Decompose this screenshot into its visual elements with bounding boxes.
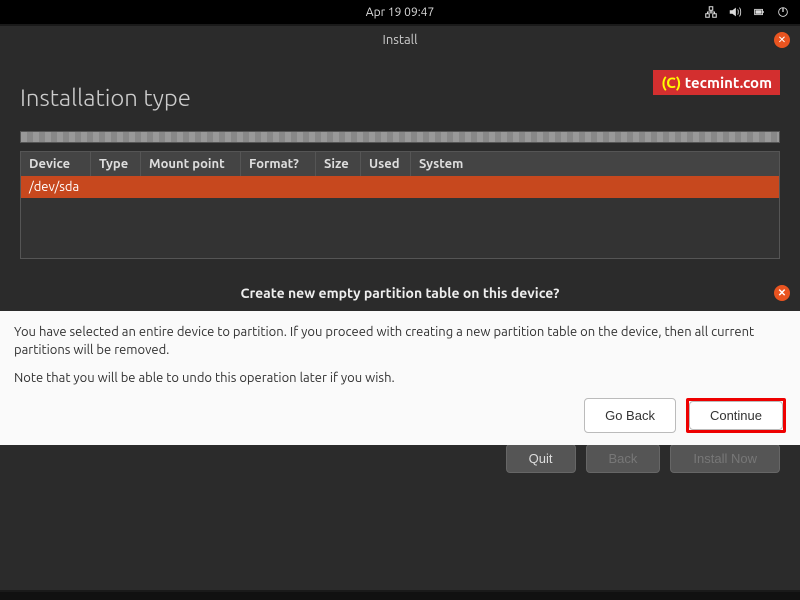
dialog-body: You have selected an entire device to pa… bbox=[0, 311, 800, 445]
col-mount[interactable]: Mount point bbox=[141, 152, 241, 176]
network-icon bbox=[704, 5, 718, 19]
battery-icon bbox=[752, 5, 766, 19]
dialog-close-button[interactable]: ✕ bbox=[774, 285, 790, 301]
window-title: Install bbox=[383, 33, 418, 47]
dialog-actions: Go Back Continue bbox=[14, 398, 786, 433]
clock: Apr 19 09:47 bbox=[366, 6, 434, 19]
dialog: Create new empty partition table on this… bbox=[0, 275, 800, 445]
watermark-prefix: (C) bbox=[661, 74, 681, 91]
close-button[interactable]: ✕ bbox=[774, 32, 790, 48]
col-size[interactable]: Size bbox=[316, 152, 361, 176]
watermark-text: tecmint.com bbox=[681, 74, 772, 91]
wizard-buttons: Quit Back Install Now bbox=[20, 444, 780, 473]
row-device: /dev/sda bbox=[29, 180, 79, 194]
volume-icon bbox=[728, 5, 742, 19]
partition-table: Device Type Mount point Format? Size Use… bbox=[20, 151, 780, 259]
col-type[interactable]: Type bbox=[91, 152, 141, 176]
col-format[interactable]: Format? bbox=[241, 152, 316, 176]
window-titlebar: Install ✕ bbox=[0, 26, 800, 54]
watermark: (C) tecmint.com bbox=[653, 70, 780, 95]
back-button[interactable]: Back bbox=[586, 444, 661, 473]
highlight-annotation: Continue bbox=[686, 398, 786, 433]
footer bbox=[0, 592, 800, 600]
continue-button[interactable]: Continue bbox=[689, 401, 783, 430]
table-row[interactable]: /dev/sda bbox=[21, 176, 779, 198]
col-used[interactable]: Used bbox=[361, 152, 411, 176]
dialog-titlebar: Create new empty partition table on this… bbox=[0, 275, 800, 311]
quit-button[interactable]: Quit bbox=[506, 444, 576, 473]
dialog-text-2: Note that you will be able to undo this … bbox=[14, 369, 786, 387]
col-system[interactable]: System bbox=[411, 152, 779, 176]
power-icon bbox=[776, 5, 790, 19]
go-back-button[interactable]: Go Back bbox=[584, 398, 676, 433]
disk-usage-bar bbox=[20, 131, 780, 143]
dialog-text-1: You have selected an entire device to pa… bbox=[14, 323, 786, 359]
table-empty-area[interactable] bbox=[21, 198, 779, 258]
table-header: Device Type Mount point Format? Size Use… bbox=[21, 152, 779, 176]
desktop-topbar: Apr 19 09:47 bbox=[0, 0, 800, 24]
dialog-title: Create new empty partition table on this… bbox=[241, 285, 560, 301]
system-tray[interactable] bbox=[704, 5, 790, 19]
install-now-button[interactable]: Install Now bbox=[670, 444, 780, 473]
col-device[interactable]: Device bbox=[21, 152, 91, 176]
